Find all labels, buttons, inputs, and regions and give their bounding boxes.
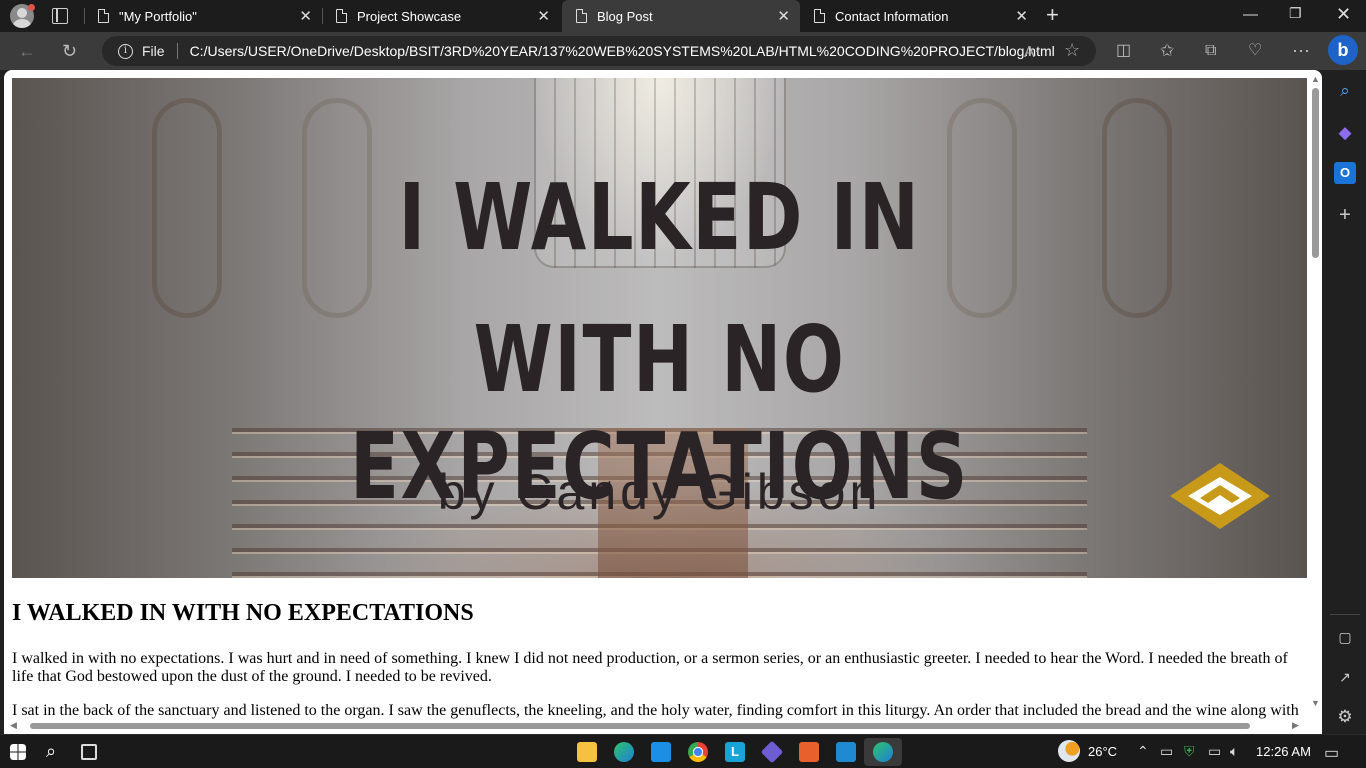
browser-essentials-icon[interactable]: ♡ [1248,41,1262,61]
scheme-label: File [142,43,165,59]
info-icon[interactable]: i [118,43,133,59]
network-icon[interactable]: ▭ [1160,743,1173,760]
notifications-icon[interactable]: ▭ [1324,743,1339,763]
windows-taskbar: ⌕ L 26°C ⌃ ▭ ⛨ ▭ 🔈︎ 12:26 AM ▭ [0,734,1366,768]
read-aloud-icon[interactable]: Aᐧ [1024,42,1039,62]
search-icon[interactable]: ⌕ [46,741,56,762]
hero-byline: by Candy Gibson [437,464,882,520]
sidebar-divider [1330,614,1360,615]
app-orange-icon[interactable] [799,742,819,762]
post-paragraph: I walked in with no expectations. I was … [12,650,1288,685]
close-tab-icon[interactable]: ✕ [299,7,312,25]
favorites-icon[interactable]: ✩ [1160,41,1174,61]
edge-sidebar: ⌕ ◆ O + ▢ ↗ ⚙ [1326,70,1366,734]
tab-title: Project Showcase [357,8,462,24]
scroll-up-arrow-icon[interactable]: ▲ [1311,74,1320,84]
search-icon[interactable]: ⌕ [1334,80,1356,102]
refresh-icon[interactable]: ↻ [62,41,77,61]
edge-active-icon[interactable] [873,742,893,762]
tab-actions-icon[interactable] [52,8,68,24]
vertical-scroll-thumb[interactable] [1312,88,1319,258]
file-explorer-icon[interactable] [577,742,597,762]
chrome-icon[interactable] [688,742,708,762]
close-tab-icon[interactable]: ✕ [777,7,790,25]
page-viewport: I WALKED IN WITH NO EXPECTATIONS by Cand… [4,70,1322,734]
post-title: I WALKED IN WITH NO EXPECTATIONS [12,600,474,626]
close-tab-icon[interactable]: ✕ [1015,7,1028,25]
new-tab-icon[interactable]: + [1046,4,1059,26]
vertical-scrollbar[interactable]: ▲ ▼ [1310,74,1320,714]
tab-separator [84,8,85,24]
post-paragraph: I sat in the back of the sanctuary and l… [12,702,1299,719]
copilot-icon[interactable]: b [1328,35,1358,65]
tab-my-portfolio[interactable]: "My Portfolio" ✕ [84,0,322,32]
brand-logo-icon [1170,463,1270,529]
copilot-sidebar-icon[interactable]: ◆ [1334,122,1356,144]
page-icon [814,9,825,23]
clock-time[interactable]: 12:26 AM [1256,744,1311,759]
tab-title: "My Portfolio" [119,8,197,24]
page-icon [98,9,109,23]
weather-temperature[interactable]: 26°C [1088,744,1117,759]
back-icon[interactable]: ← [18,41,36,61]
url-text[interactable]: C:/Users/USER/OneDrive/Desktop/BSIT/3RD%… [190,43,1055,59]
horizontal-scrollbar[interactable]: ◀ ▶ [8,720,1306,730]
collections-icon[interactable]: ⧉ [1205,41,1216,61]
show-hidden-icons-icon[interactable]: ⌃ [1137,743,1149,760]
more-menu-icon[interactable]: ⋯ [1292,41,1310,61]
add-sidebar-app-icon[interactable]: + [1334,204,1356,226]
scroll-right-arrow-icon[interactable]: ▶ [1292,720,1299,731]
favorite-star-icon[interactable]: ☆ [1064,40,1080,61]
volume-icon[interactable]: 🔈︎ [1230,743,1238,760]
vscode-icon[interactable] [836,742,856,762]
tab-strip: "My Portfolio" ✕ Project Showcase ✕ Blog… [0,0,1366,32]
tab-title: Contact Information [835,8,949,24]
hide-sidebar-icon[interactable]: ▢ [1334,626,1356,648]
navigation-toolbar: ← ↻ i File C:/Users/USER/OneDrive/Deskto… [0,32,1366,70]
hero-banner-image: I WALKED IN WITH NO EXPECTATIONS by Cand… [12,78,1307,578]
security-shield-icon[interactable]: ⛨ [1184,743,1195,760]
profile-notification-dot [28,4,35,11]
split-screen-icon[interactable]: ◫ [1116,41,1131,61]
address-separator [176,43,178,59]
page-icon [336,9,347,23]
tab-contact-information[interactable]: Contact Information ✕ [800,0,1038,32]
scroll-down-arrow-icon[interactable]: ▼ [1311,698,1320,708]
close-tab-icon[interactable]: ✕ [537,7,550,25]
minimize-icon[interactable]: — [1243,6,1258,23]
edge-taskbar-icon[interactable] [614,742,634,762]
tab-separator [322,8,323,24]
tab-title: Blog Post [597,8,653,24]
mail-icon[interactable] [651,742,671,762]
hero-title-line1: I WALKED IN [398,164,921,271]
battery-icon[interactable]: ▭ [1208,743,1221,760]
outlook-icon[interactable]: O [1334,162,1356,184]
task-view-icon[interactable] [81,744,97,760]
scroll-left-arrow-icon[interactable]: ◀ [10,720,17,731]
tab-blog-post[interactable]: Blog Post ✕ [562,0,800,32]
settings-gear-icon[interactable]: ⚙ [1334,706,1356,728]
close-window-icon[interactable]: ✕ [1336,4,1351,25]
open-external-icon[interactable]: ↗ [1334,666,1356,688]
horizontal-scroll-thumb[interactable] [30,723,1250,729]
app-purple-icon[interactable] [760,740,784,764]
address-bar[interactable]: i File C:/Users/USER/OneDrive/Desktop/BS… [102,36,1096,66]
restore-icon[interactable]: ❐ [1289,5,1302,22]
tab-project-showcase[interactable]: Project Showcase ✕ [322,0,560,32]
page-icon [576,9,587,23]
weather-icon[interactable] [1058,740,1080,762]
start-button-icon[interactable] [10,744,26,760]
app-l-icon[interactable]: L [725,742,745,762]
